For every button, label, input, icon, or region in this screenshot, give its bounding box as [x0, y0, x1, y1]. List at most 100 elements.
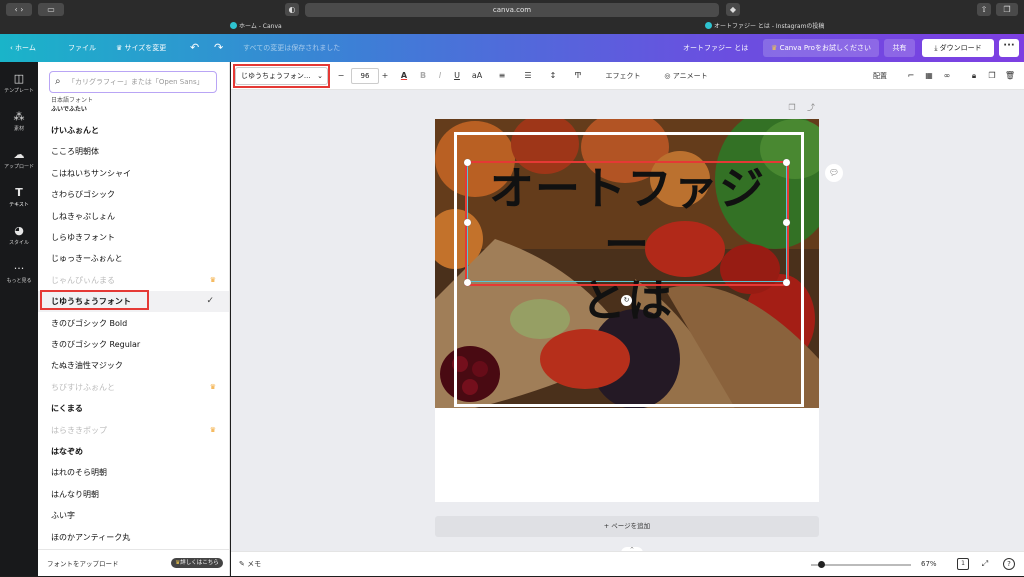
- comment-icon[interactable]: 💬︎: [825, 164, 843, 182]
- try-pro-button[interactable]: ♛ Canva Proをお試しください: [763, 39, 879, 57]
- design-title[interactable]: オートファジー とは: [683, 34, 748, 62]
- sidebar-toggle-icon[interactable]: ▭: [38, 3, 64, 16]
- resize-handle[interactable]: [464, 279, 471, 286]
- section-label: 日本語フォント: [51, 97, 94, 104]
- upload-font-link[interactable]: フォントをアップロード: [47, 558, 119, 568]
- add-page-icon[interactable]: ⤴: [805, 102, 817, 114]
- browser-tab-design[interactable]: オートファジー とは - Instagramの投稿: [705, 20, 824, 34]
- font-item[interactable]: こはねいちサンシャイ: [38, 163, 229, 184]
- font-item[interactable]: ちびすけふぉんと ♛: [38, 377, 229, 398]
- font-item[interactable]: しらゆきフォント: [38, 227, 229, 248]
- duplicate-icon[interactable]: ❐: [986, 68, 998, 84]
- font-item-label: ふい字: [51, 511, 75, 521]
- font-item[interactable]: しねきゃぷしょん: [38, 206, 229, 227]
- spacing-icon[interactable]: ↕: [546, 68, 560, 84]
- resize-button[interactable]: ♛ サイズを変更: [116, 34, 166, 62]
- url-bar[interactable]: canva.com: [305, 3, 719, 17]
- crown-icon: ♛: [209, 425, 216, 434]
- paint-format-icon[interactable]: ⌐: [905, 68, 917, 84]
- decrease-size-button[interactable]: −: [335, 68, 347, 84]
- resize-handle[interactable]: [464, 219, 471, 226]
- save-status: すべての変更は保存されました: [243, 44, 341, 52]
- share-button[interactable]: 共有: [884, 39, 915, 57]
- rail-uploads[interactable]: ☁ アップロード: [0, 148, 38, 170]
- letter-case-icon[interactable]: aA: [469, 68, 485, 84]
- resize-handle[interactable]: [783, 159, 790, 166]
- text-icon: T: [15, 186, 23, 199]
- resize-handle[interactable]: [783, 279, 790, 286]
- font-item[interactable]: じゅっきーふぉんと: [38, 248, 229, 269]
- list-icon[interactable]: ☰: [521, 68, 535, 84]
- font-item[interactable]: こころ明朝体: [38, 141, 229, 162]
- download-button[interactable]: ⤓ ダウンロード: [922, 39, 994, 57]
- resize-handle[interactable]: [464, 159, 471, 166]
- font-item[interactable]: はれのそら明朝: [38, 462, 229, 483]
- checkmark-icon: ✓: [206, 296, 214, 307]
- add-page-button[interactable]: + ページを追加: [435, 516, 819, 537]
- animate-button[interactable]: ◎ アニメート: [659, 68, 713, 84]
- rail-templates[interactable]: ◫ テンプレート: [0, 72, 38, 94]
- zoom-slider[interactable]: [811, 564, 911, 566]
- home-button[interactable]: ‹ ホーム: [10, 34, 36, 62]
- font-size-input[interactable]: 96: [351, 68, 379, 84]
- italic-icon[interactable]: I: [434, 68, 446, 84]
- font-search-input[interactable]: ⌕ 「カリグラフィー」または「Open Sans」: [49, 71, 217, 93]
- redo-icon[interactable]: ↷: [214, 34, 223, 62]
- position-button[interactable]: 配置: [871, 68, 889, 84]
- rotate-handle-icon[interactable]: ↻: [621, 295, 632, 306]
- design-page[interactable]: オートファジー とは ↻: [435, 119, 819, 502]
- text-color-icon[interactable]: A: [397, 68, 411, 84]
- font-item[interactable]: はらききポップ ♛: [38, 420, 229, 441]
- bold-icon[interactable]: B: [417, 68, 429, 84]
- fullscreen-icon[interactable]: ⤢: [979, 558, 991, 570]
- trash-icon[interactable]: 🗑︎: [1004, 68, 1016, 84]
- link-icon[interactable]: ∞: [941, 68, 953, 84]
- upload-icon: ☁: [13, 148, 25, 161]
- zoom-level[interactable]: 67%: [921, 552, 937, 577]
- notes-button[interactable]: ✎ メモ: [239, 552, 261, 577]
- font-item[interactable]: きのびゴシック Bold: [38, 313, 229, 334]
- duplicate-page-icon[interactable]: ❐: [786, 102, 798, 114]
- align-icon[interactable]: ≡: [495, 68, 509, 84]
- font-item[interactable]: にくまる: [38, 398, 229, 419]
- font-item[interactable]: きのびゴシック Regular: [38, 334, 229, 355]
- vertical-text-icon[interactable]: Ͳ: [571, 68, 585, 84]
- rail-text[interactable]: T テキスト: [0, 186, 38, 208]
- font-item[interactable]: ほのかアンティーク丸: [38, 527, 229, 548]
- rail-styles[interactable]: ◕ スタイル: [0, 224, 38, 246]
- transparency-icon[interactable]: ▦: [923, 68, 935, 84]
- rail-more[interactable]: ··· もっと見る: [0, 262, 38, 284]
- zoom-slider-handle[interactable]: [818, 561, 825, 568]
- undo-icon[interactable]: ↶: [190, 34, 199, 62]
- increase-size-button[interactable]: +: [379, 68, 391, 84]
- font-item[interactable]: じゃんぴぃんまる ♛: [38, 270, 229, 291]
- font-item[interactable]: はなぞめ: [38, 441, 229, 462]
- effects-button[interactable]: エフェクト: [603, 68, 643, 84]
- tabs-overview-icon[interactable]: ❐: [996, 3, 1018, 16]
- share-icon[interactable]: ⇧: [977, 3, 991, 16]
- font-item[interactable]: たぬき油性マジック: [38, 355, 229, 376]
- font-item[interactable]: けいふぉんと: [38, 120, 229, 141]
- url-text: canva.com: [492, 6, 532, 14]
- font-item-partial[interactable]: ふいでふたい: [51, 104, 87, 113]
- file-menu[interactable]: ファイル: [68, 34, 96, 62]
- more-options-icon[interactable]: ···: [999, 39, 1019, 57]
- resize-handle[interactable]: [783, 219, 790, 226]
- back-forward-buttons[interactable]: ‹ ›: [6, 3, 32, 16]
- extension-icon[interactable]: ◆: [726, 3, 740, 16]
- font-item-label: さわらびゴシック: [51, 190, 115, 200]
- font-item-label: はらききポップ: [51, 425, 107, 435]
- font-dropdown-highlight: [233, 64, 330, 88]
- font-item[interactable]: はんなり明朝: [38, 484, 229, 505]
- underline-icon[interactable]: U: [451, 68, 463, 84]
- font-item[interactable]: さわらびゴシック: [38, 184, 229, 205]
- browser-tab-home[interactable]: ホーム - Canva: [230, 20, 282, 34]
- font-item[interactable]: ふい字: [38, 505, 229, 526]
- lock-icon[interactable]: 🔒︎: [968, 68, 980, 84]
- rail-elements[interactable]: ⁂ 素材: [0, 110, 38, 132]
- page-count-button[interactable]: 1: [957, 558, 969, 570]
- details-badge[interactable]: ♛詳しくはこちら: [171, 558, 223, 568]
- canva-favicon-icon: [230, 22, 237, 29]
- help-icon[interactable]: ?: [1003, 558, 1015, 570]
- privacy-shield-icon[interactable]: ◐: [285, 3, 299, 16]
